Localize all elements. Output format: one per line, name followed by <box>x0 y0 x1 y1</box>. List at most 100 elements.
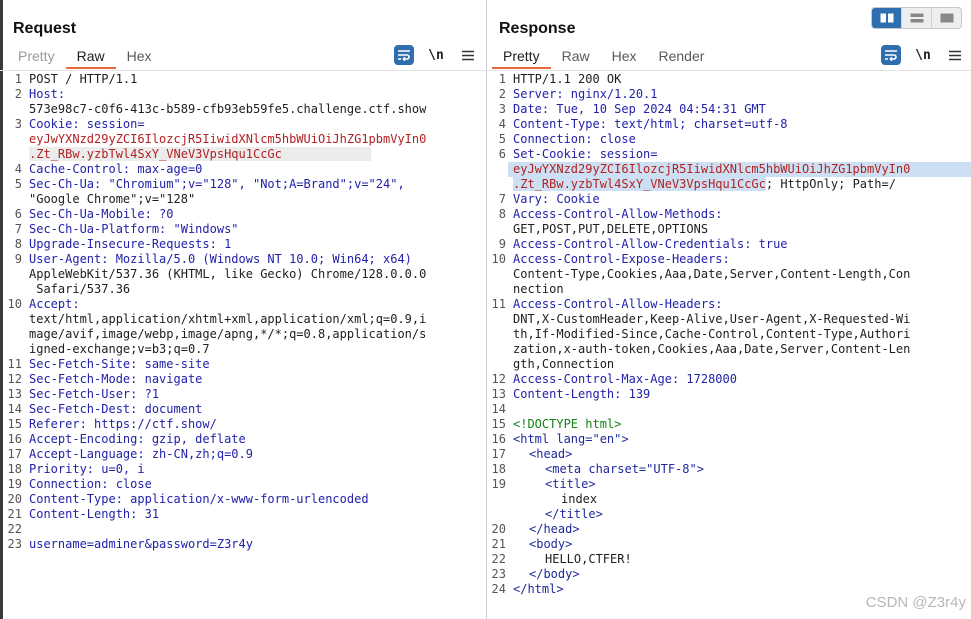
request-body: username=adminer&password=Z3r4y <box>29 537 253 551</box>
code-line: 23 username=adminer&password=Z3r4y <box>0 537 486 552</box>
code-line: text/html,application/xhtml+xml,applicat… <box>29 312 427 326</box>
response-tab-hex[interactable]: Hex <box>601 47 648 69</box>
request-tab-hex[interactable]: Hex <box>116 47 163 69</box>
response-title: Response <box>499 20 576 37</box>
response-pane: Response Pretty Raw Hex Render \n 1 HTTP/… <box>488 0 971 619</box>
code-line: 17 <head> <box>491 447 573 461</box>
code-line: th,If-Modified-Since,Cache-Control,Conte… <box>513 327 911 341</box>
request-tab-raw[interactable]: Raw <box>65 47 116 69</box>
code-line: 21 <body> <box>491 537 573 551</box>
show-newlines-button[interactable]: \n <box>426 45 446 65</box>
tabbed-layout-icon[interactable] <box>932 8 961 28</box>
request-title: Request <box>13 20 77 37</box>
code-line: 3 Date: Tue, 10 Sep 2024 04:54:31 GMT <box>498 102 766 116</box>
code-line: 9 User-Agent: Mozilla/5.0 (Windows NT 10.… <box>14 252 412 266</box>
code-line: zation,x-auth-token,Cookies,Aaa,Date,Ser… <box>513 342 911 356</box>
request-pane: Request Pretty Raw Hex \n 1 POST / HTTP/1… <box>0 0 487 619</box>
code-line: </title> <box>545 507 603 521</box>
code-line: 7 Sec-Ch-Ua-Platform: "Windows" <box>14 222 239 236</box>
code-line: eyJwYXNzd29yZCI6IlozcjR5IiwidXNlcm5hbWUi… <box>29 132 427 146</box>
request-tabs: Pretty Raw Hex <box>7 47 163 69</box>
code-line: 18 Priority: u=0, i <box>7 462 145 476</box>
stacked-layout-icon[interactable] <box>902 8 932 28</box>
code-line: 22 HELLO,CTFER! <box>488 552 971 567</box>
code-line: 6 Sec-Ch-Ua-Mobile: ?0 <box>14 207 174 221</box>
code-line: 11 Access-Control-Allow-Headers: <box>491 297 723 311</box>
watermark: CSDN @Z3r4y <box>865 594 966 611</box>
code-line: 3 Cookie: session= <box>14 117 145 131</box>
code-line: igned-exchange;v=b3;q=0.7 <box>29 342 210 356</box>
code-line: 18 <meta charset="UTF-8"> <box>491 462 704 476</box>
wrap-lines-icon[interactable] <box>881 45 901 65</box>
response-body-text: HELLO,CTFER! <box>545 552 632 566</box>
code-line: .Zt_RBw.yzbTwl4SxY_VNeV3VpsHqu1CcGc; Htt… <box>513 177 896 191</box>
code-line: GET,POST,PUT,DELETE,OPTIONS <box>513 222 709 236</box>
code-line: 4 Cache-Control: max-age=0 <box>14 162 203 176</box>
show-newlines-button[interactable]: \n <box>913 45 933 65</box>
code-line: 10 Accept: <box>7 297 80 311</box>
code-line: "Google Chrome";v="128" <box>29 192 196 206</box>
side-by-side-layout-icon[interactable] <box>872 8 902 28</box>
set-cookie-value: .Zt_RBw.yzbTwl4SxY_VNeV3VpsHqu1CcGc <box>513 177 766 191</box>
code-line: 15 Referer: https://ctf.show/ <box>7 417 217 431</box>
response-tabs: Pretty Raw Hex Render <box>492 47 715 69</box>
request-toolbar: \n <box>394 45 478 65</box>
code-line: 16 Accept-Encoding: gzip, deflate <box>7 432 246 446</box>
menu-icon[interactable] <box>945 45 965 65</box>
code-line: 1 POST / HTTP/1.1 <box>14 72 138 86</box>
response-tab-pretty[interactable]: Pretty <box>492 47 551 69</box>
code-line: DNT,X-CustomHeader,Keep-Alive,User-Agent… <box>513 312 911 326</box>
response-editor[interactable]: 1 HTTP/1.1 200 OK 2 Server: nginx/1.20.1 3… <box>488 70 971 619</box>
code-line: Safari/537.36 <box>29 282 131 296</box>
code-line: 13 Sec-Fetch-User: ?1 <box>7 387 160 401</box>
code-line: 21 Content-Length: 31 <box>7 507 160 521</box>
layout-toggle <box>871 7 962 29</box>
code-line: 9 Access-Control-Allow-Credentials: true <box>498 237 788 251</box>
code-line: 12 Access-Control-Max-Age: 1728000 <box>491 372 737 386</box>
newline-label: \n <box>915 47 931 63</box>
code-line: 13 Content-Length: 139 <box>491 387 651 401</box>
code-line: 19 Connection: close <box>7 477 152 491</box>
code-line: 2 Host: <box>14 87 66 101</box>
code-line: eyJwYXNzd29yZCI6IlozcjR5IiwidXNlcm5hbWUi… <box>488 162 971 177</box>
code-line: 20 </head> <box>491 522 580 536</box>
request-tab-pretty[interactable]: Pretty <box>7 47 66 69</box>
response-tab-render[interactable]: Render <box>648 47 716 69</box>
response-tab-raw[interactable]: Raw <box>551 47 601 69</box>
code-line: 10 Access-Control-Expose-Headers: <box>491 252 730 266</box>
code-line: 8 Upgrade-Insecure-Requests: 1 <box>14 237 232 251</box>
request-editor[interactable]: 1 POST / HTTP/1.1 2 Host: 573e98c7-c0f6-41… <box>0 70 486 619</box>
code-line: 20 Content-Type: application/x-www-form-u… <box>7 492 369 506</box>
code-line: 6 Set-Cookie: session= <box>498 147 658 161</box>
menu-icon[interactable] <box>458 45 478 65</box>
wrap-lines-icon[interactable] <box>394 45 414 65</box>
code-line: 2 Server: nginx/1.20.1 <box>498 87 658 101</box>
code-line: nection <box>513 282 564 296</box>
code-line: 22 <box>7 522 22 536</box>
code-line: 14 Sec-Fetch-Dest: document <box>7 402 203 416</box>
code-line: 15 <!DOCTYPE html> <box>491 417 622 431</box>
code-line: 573e98c7-c0f6-413c-b589-cfb93eb59fe5.cha… <box>29 102 427 116</box>
code-line: 8 Access-Control-Allow-Methods: <box>498 207 723 221</box>
code-line: 17 Accept-Language: zh-CN,zh;q=0.9 <box>7 447 253 461</box>
code-line: 23 </body> <box>491 567 580 581</box>
code-line: 11 Sec-Fetch-Site: same-site <box>7 357 210 371</box>
code-line: 5 Connection: close <box>498 132 636 146</box>
code-line: gth,Connection <box>513 357 615 371</box>
cookie-value: .Zt_RBw.yzbTwl4SxY_VNeV3VpsHqu1CcGc <box>29 147 371 161</box>
code-line: Content-Type,Cookies,Aaa,Date,Server,Con… <box>513 267 911 281</box>
code-line: 4 Content-Type: text/html; charset=utf-8 <box>498 117 788 131</box>
code-line: AppleWebKit/537.36 (KHTML, like Gecko) C… <box>29 267 427 281</box>
code-line: 12 Sec-Fetch-Mode: navigate <box>7 372 203 386</box>
newline-label: \n <box>428 47 444 63</box>
code-line: .Zt_RBw.yzbTwl4SxY_VNeV3VpsHqu1CcGc <box>0 147 486 162</box>
code-line: 7 Vary: Cookie <box>498 192 600 206</box>
response-toolbar: \n <box>881 45 965 65</box>
code-line: 1 HTTP/1.1 200 OK <box>498 72 622 86</box>
code-line: 19 <title> <box>491 477 596 491</box>
code-line: 14 <box>491 402 506 416</box>
code-line: 5 Sec-Ch-Ua: "Chromium";v="128", "Not;A=B… <box>14 177 405 191</box>
code-line: mage/avif,image/webp,image/apng,*/*;q=0.… <box>29 327 427 341</box>
code-line: index <box>561 492 598 506</box>
code-line: 16 <html lang="en"> <box>491 432 629 446</box>
